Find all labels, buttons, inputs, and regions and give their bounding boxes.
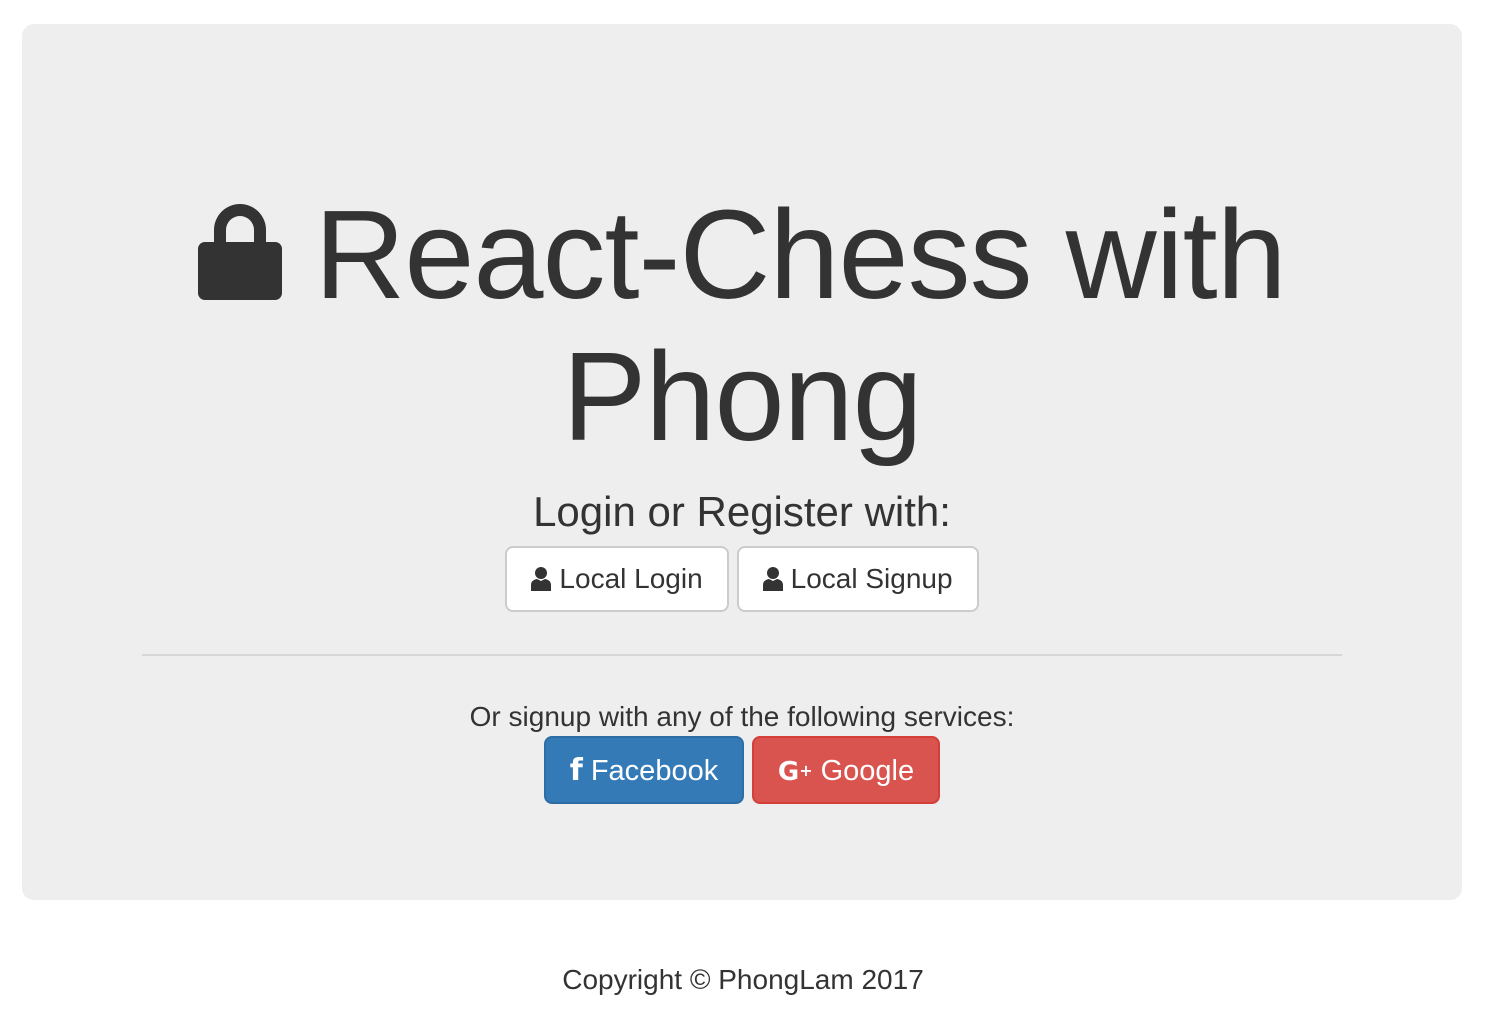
local-signup-button[interactable]: Local Signup xyxy=(736,546,979,612)
google-label: Google xyxy=(820,755,915,787)
local-signup-label: Local Signup xyxy=(790,563,953,594)
local-login-button[interactable]: Local Login xyxy=(505,546,729,612)
google-button[interactable]: G+ Google xyxy=(752,736,940,804)
services-prompt: Or signup with any of the following serv… xyxy=(469,701,1015,732)
divider xyxy=(142,654,1342,656)
facebook-icon: f xyxy=(569,753,583,788)
local-auth-buttons: Local Login Local Signup xyxy=(22,546,1462,612)
user-icon xyxy=(531,567,552,591)
google-plus-icon: G+ xyxy=(777,757,813,787)
facebook-label: Facebook xyxy=(590,755,719,787)
social-auth-buttons: f Facebook G+ Google xyxy=(22,736,1462,804)
page-title: React-Chess with Phong xyxy=(22,184,1462,468)
user-icon xyxy=(762,567,783,591)
jumbotron: React-Chess with Phong Login or Register… xyxy=(22,24,1462,900)
login-prompt: Login or Register with: xyxy=(533,488,951,535)
local-login-label: Local Login xyxy=(559,563,703,594)
lock-icon xyxy=(198,204,283,300)
page-title-text: React-Chess with Phong xyxy=(314,184,1286,467)
facebook-button[interactable]: f Facebook xyxy=(544,736,744,804)
footer-copyright: Copyright © PhongLam 2017 xyxy=(562,964,924,995)
